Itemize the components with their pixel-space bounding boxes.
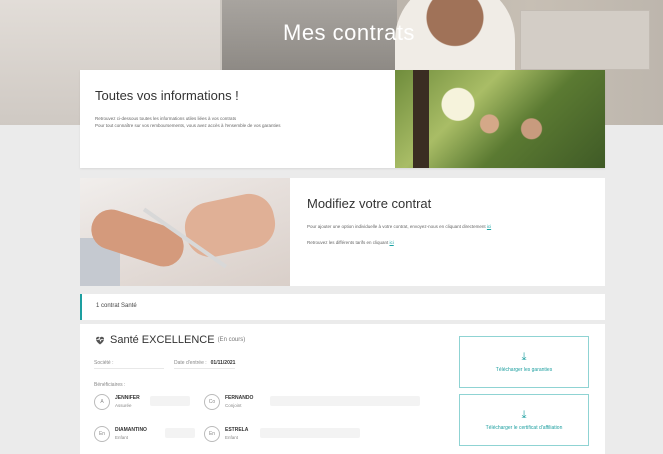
beneficiary-role: Conjoint (225, 403, 242, 408)
family-photo (395, 70, 605, 168)
download-icon: ⤓ (521, 351, 527, 363)
beneficiary-name: DIAMANTINO (115, 427, 147, 433)
edit-card-line-2: Retrouvez les différents tarifs en cliqu… (307, 240, 394, 245)
contract-count-bar: 1 contrat Santé (80, 294, 605, 320)
heartbeat-icon (96, 336, 104, 345)
contract-card: Santé EXCELLENCE (En cours) Société : Da… (80, 324, 605, 454)
avatar: Co (204, 394, 220, 410)
redacted-field (270, 396, 420, 406)
contract-fields: Société : Date d'entrée :01/11/2021 (94, 360, 424, 369)
download-icon: ⤓ (521, 409, 527, 421)
society-label: Société : (94, 360, 114, 366)
hero-shelf (520, 10, 650, 70)
contract-title: Santé EXCELLENCE (110, 334, 215, 346)
page-title: Mes contrats (283, 20, 415, 45)
beneficiary-item: Co FERNANDO Conjoint (204, 394, 253, 410)
edit-contract-card: Modifiez votre contrat Pour ajouter une … (80, 178, 605, 286)
beneficiary-name: ESTRELA (225, 427, 249, 433)
redacted-field (150, 396, 190, 406)
redacted-field (165, 428, 195, 438)
edit-card-title: Modifiez votre contrat (307, 196, 432, 211)
tree-trunk (413, 70, 429, 168)
info-card-title: Toutes vos informations ! (95, 88, 239, 103)
beneficiary-role: Enfant (115, 435, 129, 440)
avatar: En (204, 426, 220, 442)
avatar: A (94, 394, 110, 410)
beneficiary-item: En ESTRELA Enfant (204, 426, 248, 442)
contract-count: 1 contrat Santé (96, 303, 137, 309)
beneficiary-name: JENNIFER (115, 395, 140, 401)
beneficiary-item: En DIAMANTINO Enfant (94, 426, 147, 442)
beneficiary-role: Enfant (225, 435, 239, 440)
download-certificate-label: Télécharger le certificat d'affiliation (485, 425, 563, 431)
date-value: 01/11/2021 (210, 360, 236, 366)
beneficiaries-label: Bénéficiaires : (94, 382, 126, 388)
beneficiary-name: FERNANDO (225, 395, 254, 401)
contract-header: Santé EXCELLENCE (En cours) (94, 334, 245, 346)
edit-card-line-1: Pour ajouter une option individuelle à v… (307, 224, 492, 229)
tarifs-link[interactable]: ici (389, 240, 393, 245)
download-guarantees-button[interactable]: ⤓ Télécharger les garanties (459, 336, 589, 388)
option-link[interactable]: ici (487, 224, 491, 229)
page: Mes contrats Toutes vos informations ! R… (0, 0, 663, 454)
avatar: En (94, 426, 110, 442)
redacted-field (260, 428, 360, 438)
download-guarantees-label: Télécharger les garanties (495, 367, 553, 373)
beneficiary-item: A JENNIFER Assurée (94, 394, 140, 410)
date-label: Date d'entrée : (174, 360, 207, 366)
download-certificate-button[interactable]: ⤓ Télécharger le certificat d'affiliatio… (459, 394, 589, 446)
info-card-line-2: Pour tout connaître sur vos remboursemen… (95, 123, 281, 128)
contract-status: (En cours) (217, 337, 246, 343)
signing-hands-photo (80, 178, 290, 286)
info-card: Toutes vos informations ! Retrouvez ci-d… (80, 70, 605, 168)
beneficiary-role: Assurée (115, 403, 132, 408)
info-card-line-1: Retrouvez ci-dessous toutes les informat… (95, 116, 237, 121)
